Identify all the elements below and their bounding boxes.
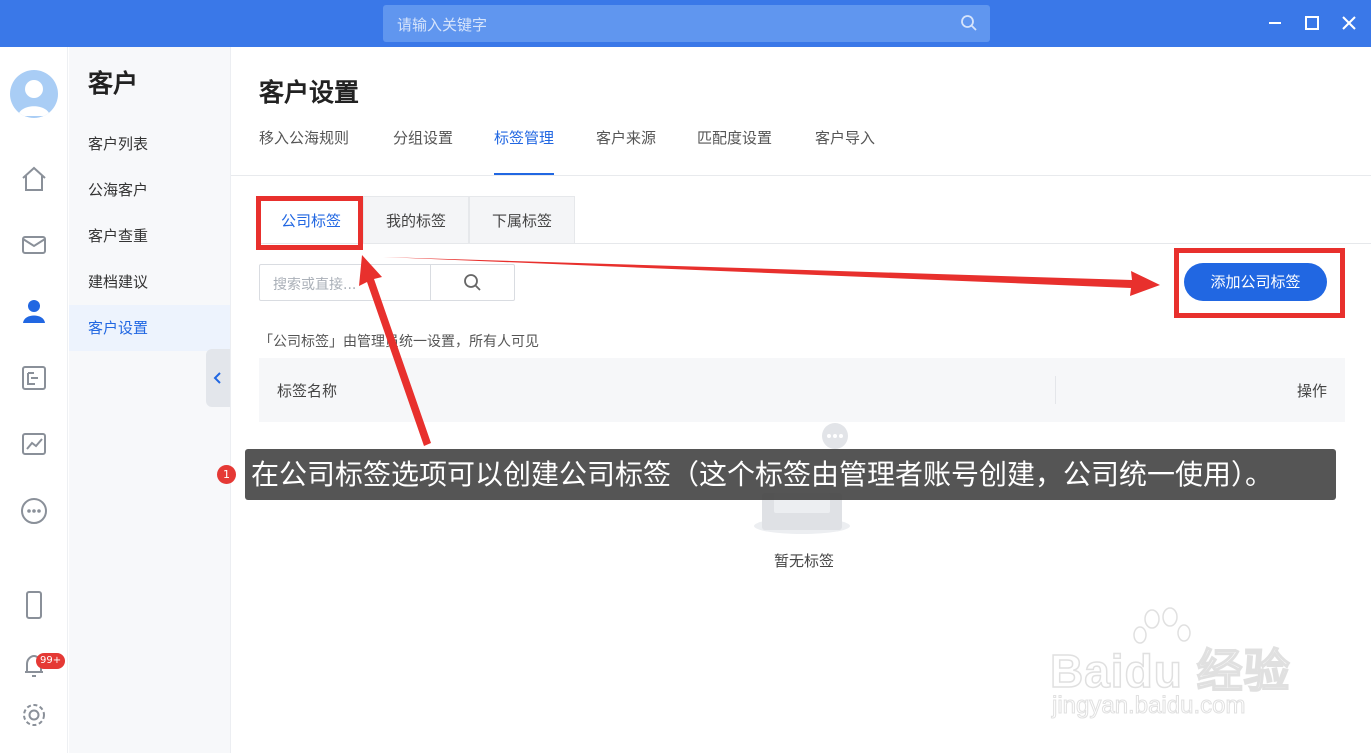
tab-match-settings[interactable]: 匹配度设置: [697, 127, 772, 175]
chart-icon[interactable]: [18, 428, 50, 460]
tag-search-placeholder: 搜索或直接...: [273, 277, 357, 293]
subnav-item-public-customers[interactable]: 公海客户: [69, 167, 230, 213]
subnav-item-customer-settings[interactable]: 客户设置: [69, 305, 230, 351]
tab-group-settings[interactable]: 分组设置: [393, 127, 453, 175]
table-header: 标签名称 操作: [259, 358, 1345, 422]
home-icon[interactable]: [18, 163, 50, 195]
page-title: 客户设置: [259, 78, 360, 107]
tag-search-button[interactable]: [430, 265, 514, 300]
tab-tag-management[interactable]: 标签管理: [494, 127, 555, 175]
tab-customer-source[interactable]: 客户来源: [596, 127, 656, 175]
company-tag-hint: 「公司标签」由管理员统一设置，所有人可见: [259, 334, 539, 350]
search-icon: [464, 274, 481, 291]
chevron-left-icon: [213, 372, 221, 384]
watermark-url: jingyan.baidu.com: [1051, 692, 1246, 720]
column-tag-name: 标签名称: [277, 382, 338, 400]
subnav-item-duplicate-check[interactable]: 客户查重: [69, 213, 230, 259]
baidu-jingyan-watermark: Baidu 经验 jingyan.baidu.com: [1049, 607, 1310, 727]
customer-icon[interactable]: [18, 295, 50, 327]
title-bar: 请输入关键字: [0, 0, 1371, 47]
notification-badge: 99+: [36, 653, 66, 669]
subnav-item-filing-suggestions[interactable]: 建档建议: [69, 259, 230, 305]
collapse-sidebar-button[interactable]: [206, 349, 230, 407]
search-icon[interactable]: [960, 14, 978, 32]
user-avatar-icon: [18, 80, 50, 116]
avatar[interactable]: [10, 70, 58, 118]
phone-icon[interactable]: [18, 589, 50, 621]
subtabs-divider: [259, 243, 1371, 244]
close-icon[interactable]: [1338, 12, 1360, 34]
maximize-icon[interactable]: [1301, 12, 1323, 34]
highlight-add-button: [1174, 248, 1345, 318]
subtab-my-tags[interactable]: 我的标签: [363, 196, 469, 244]
tutorial-caption: 在公司标签选项可以创建公司标签（这个标签由管理者账号创建，公司统一使用）。: [245, 449, 1336, 500]
tab-customer-import[interactable]: 客户导入: [815, 127, 875, 175]
highlight-company-tags-tab: [256, 196, 363, 250]
more-icon[interactable]: [18, 495, 50, 527]
tag-search-input[interactable]: 搜索或直接...: [259, 264, 515, 301]
tabs-divider: [231, 175, 1371, 176]
subtab-subordinate-tags[interactable]: 下属标签: [469, 196, 575, 244]
tab-public-pool-rules[interactable]: 移入公海规则: [259, 127, 349, 175]
global-search-input[interactable]: 请输入关键字: [383, 5, 990, 42]
subnav-title: 客户: [88, 69, 139, 98]
icon-rail: 99+: [0, 47, 68, 753]
empty-state-text: 暂无标签: [773, 552, 834, 570]
column-actions: 操作: [1296, 382, 1327, 400]
mail-icon[interactable]: [18, 229, 50, 261]
column-separator: [1055, 376, 1056, 404]
step-number-badge: 1: [217, 465, 236, 484]
minimize-icon[interactable]: [1264, 12, 1286, 34]
subnav-item-customer-list[interactable]: 客户列表: [69, 121, 230, 167]
settings-icon[interactable]: [18, 699, 50, 731]
global-search-placeholder: 请输入关键字: [397, 16, 488, 34]
folder-tree-icon[interactable]: [18, 362, 50, 394]
